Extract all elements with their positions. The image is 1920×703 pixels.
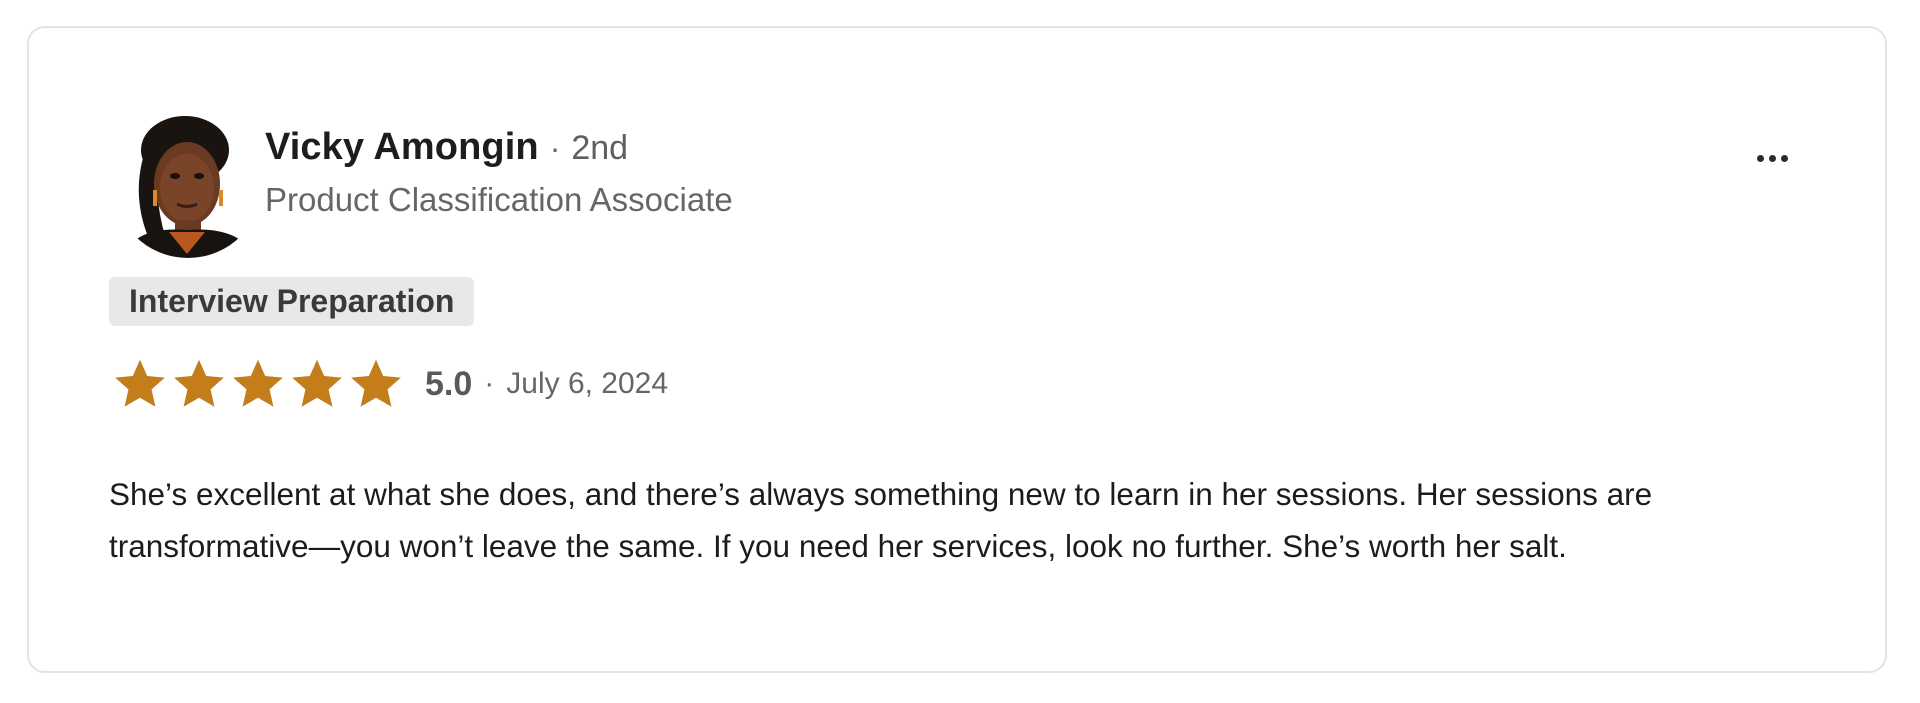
star-icon <box>233 359 283 407</box>
review-card: Vicky Amongin · 2nd Product Classificati… <box>27 26 1887 673</box>
more-horizontal-icon <box>1780 154 1788 162</box>
review-date: July 6, 2024 <box>506 367 669 400</box>
reviewer-headline: Product Classification Associate <box>265 181 733 218</box>
more-horizontal-icon <box>1768 154 1776 162</box>
review-text: She’s excellent at what she does, and th… <box>109 476 1653 564</box>
star-icon <box>115 359 165 407</box>
name-separator: · <box>549 130 561 166</box>
reviewer-name[interactable]: Vicky Amongin <box>265 126 539 169</box>
more-options-button[interactable] <box>1749 144 1795 172</box>
connection-degree: 2nd <box>571 129 629 167</box>
star-rating <box>112 356 404 412</box>
star-icon <box>292 359 342 407</box>
rating-separator: · <box>484 367 495 400</box>
rating-row: 5.0 · July 6, 2024 <box>112 356 668 412</box>
reviewer-avatar[interactable] <box>113 108 263 258</box>
reviewer-name-row: Vicky Amongin · 2nd <box>265 126 733 169</box>
reviewer-info: Vicky Amongin · 2nd Product Classificati… <box>265 126 733 219</box>
star-icon <box>351 359 401 407</box>
rating-score: 5.0 <box>425 364 473 403</box>
star-icon <box>174 359 224 407</box>
service-tag: Interview Preparation <box>109 277 475 326</box>
more-horizontal-icon <box>1756 154 1764 162</box>
